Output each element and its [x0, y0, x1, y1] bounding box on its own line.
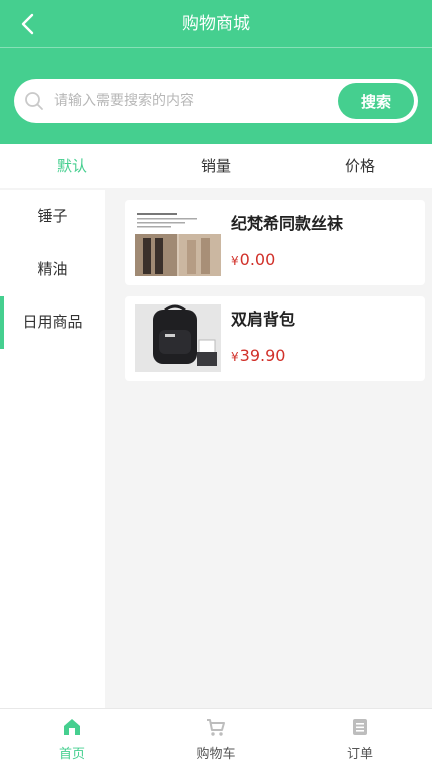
- order-icon: [353, 719, 367, 735]
- product-image-backpack: [135, 304, 221, 372]
- product-name: 双肩背包: [231, 310, 296, 329]
- search-icon: [25, 92, 43, 110]
- tab-cart-label: 购物车: [196, 747, 236, 762]
- price-value: 0.00: [239, 250, 276, 269]
- product-card[interactable]: 双肩背包 ¥39.90: [125, 296, 425, 381]
- shop-page: 购物商城 搜索 默认 销量 价格 锤子 精油 日用商品: [0, 0, 432, 768]
- product-price: ¥0.00: [231, 250, 275, 269]
- cart-icon: [207, 719, 225, 736]
- category-item-essential-oil[interactable]: 精油: [0, 243, 105, 296]
- category-sidebar: 锤子 精油 日用商品: [0, 190, 105, 708]
- back-button[interactable]: [14, 10, 42, 38]
- home-icon: [64, 719, 80, 735]
- chevron-left-icon: [21, 13, 34, 35]
- search-input[interactable]: [54, 79, 324, 123]
- page-title: 购物商城: [182, 14, 250, 34]
- search-bar: 搜索: [0, 48, 432, 144]
- sort-bar: 默认 销量 价格: [0, 144, 432, 188]
- product-card[interactable]: 纪梵希同款丝袜 ¥0.00: [125, 200, 425, 285]
- bottom-tab-bar: 首页 购物车 订单: [0, 708, 432, 768]
- currency-symbol: ¥: [231, 254, 239, 268]
- product-image-stockings: [135, 208, 221, 276]
- tab-orders[interactable]: 订单: [288, 709, 432, 768]
- app-header: 购物商城: [0, 0, 432, 48]
- search-button[interactable]: 搜索: [338, 83, 414, 119]
- product-price: ¥39.90: [231, 346, 285, 365]
- category-item-hammer[interactable]: 锤子: [0, 190, 105, 243]
- tab-home[interactable]: 首页: [0, 709, 144, 768]
- product-name: 纪梵希同款丝袜: [231, 214, 344, 233]
- category-item-daily-goods[interactable]: 日用商品: [0, 296, 105, 349]
- tab-orders-label: 订单: [346, 747, 373, 762]
- price-value: 39.90: [239, 346, 286, 365]
- tab-cart[interactable]: 购物车: [144, 709, 288, 768]
- sort-sales-tab[interactable]: 销量: [144, 144, 288, 188]
- tab-home-label: 首页: [58, 747, 85, 762]
- sort-default-tab[interactable]: 默认: [0, 144, 144, 188]
- search-box: 搜索: [14, 79, 418, 123]
- currency-symbol: ¥: [231, 350, 239, 364]
- sort-price-tab[interactable]: 价格: [288, 144, 432, 188]
